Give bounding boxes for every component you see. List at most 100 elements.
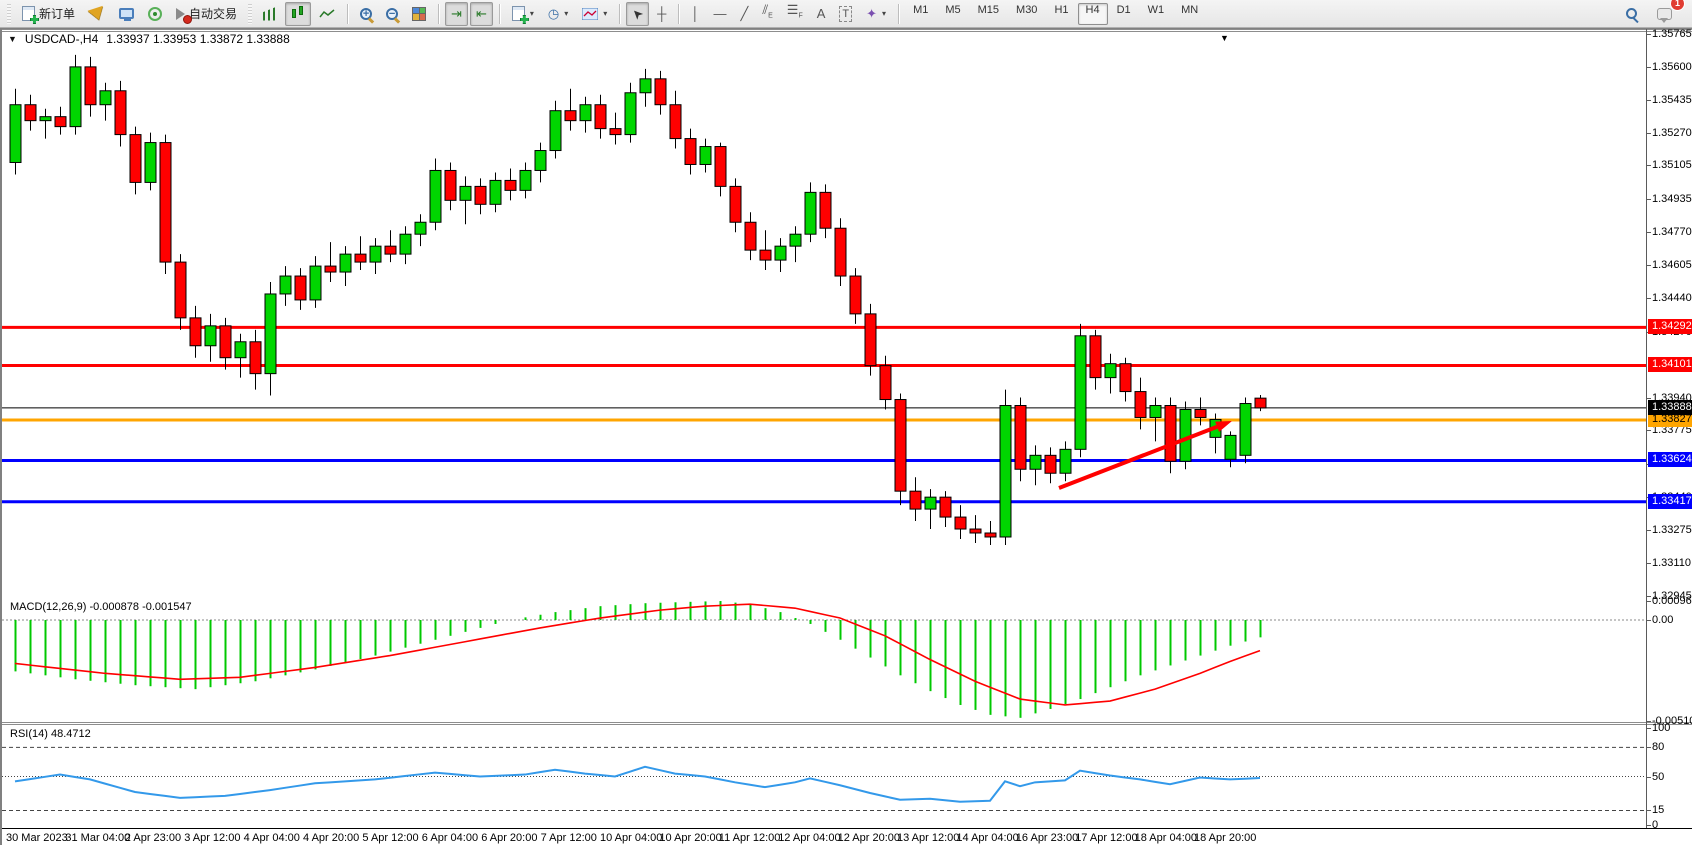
price-tick-label: 1.34770 (1652, 226, 1692, 238)
price-tick-label: 1.33110 (1652, 557, 1691, 569)
timeframe-button-m30[interactable]: M30 (1008, 3, 1045, 25)
axis-tick (1646, 777, 1651, 778)
gold-icon (88, 5, 107, 21)
search-button[interactable] (1620, 2, 1643, 26)
price-tick-label: 1.33275 (1652, 524, 1692, 536)
price-pane[interactable]: ▼ (2, 29, 1692, 595)
templates-button[interactable]: ▾ (576, 2, 613, 26)
candlestick-chart-button[interactable] (285, 2, 311, 26)
notification-badge: 1 (1671, 0, 1684, 10)
axis-tick (1646, 721, 1651, 722)
timeframe-button-m1[interactable]: M1 (905, 3, 936, 25)
price-tick-label: 1.34440 (1652, 292, 1692, 304)
fibonacci-icon: ☰F (787, 3, 803, 24)
axis-tick (1646, 67, 1651, 68)
price-tick-label: 1.35435 (1652, 94, 1692, 106)
chevron-down-icon: ▾ (882, 9, 886, 18)
toolbar-grip[interactable] (248, 4, 252, 24)
fibonacci-button[interactable]: ☰F (781, 2, 809, 26)
timeframe-button-h4[interactable]: H4 (1078, 3, 1108, 25)
cursor-button[interactable]: ➤ (626, 2, 649, 26)
axis-tick (1646, 298, 1651, 299)
signal-button[interactable] (142, 2, 168, 26)
chart-title: ▼ USDCAD-,H4 1.33937 1.33953 1.33872 1.3… (8, 32, 290, 46)
rsi-label: RSI(14) 48.4712 (10, 728, 91, 740)
axis-tick (1646, 265, 1651, 266)
vertical-line-button[interactable]: │ (685, 2, 705, 26)
axis-tick (1646, 34, 1651, 35)
bar-chart-button[interactable] (257, 2, 283, 26)
time-tick-label: 7 Apr 12:00 (541, 832, 597, 844)
toolbar-grip[interactable] (7, 4, 11, 24)
time-tick-label: 2 Apr 23:00 (125, 832, 181, 844)
timeframe-button-m5[interactable]: M5 (937, 3, 968, 25)
gold-button[interactable] (83, 2, 111, 26)
level-price-badge: 1.34101 (1648, 357, 1692, 372)
line-chart-button[interactable] (313, 2, 341, 26)
mt4-application: 新订单 自动交易 + − ⇥ ⇤ ▾ ◷▾ ▾ (0, 0, 1692, 851)
chat-icon (1657, 8, 1672, 20)
macd-pane[interactable] (2, 599, 1692, 723)
time-tick-label: 4 Apr 04:00 (244, 832, 300, 844)
price-tick-label: 1.35600 (1652, 61, 1692, 73)
rsi-scale-label: 100 (1652, 722, 1670, 734)
tile-windows-button[interactable] (406, 2, 432, 26)
equidistant-channel-button[interactable]: ⫽E (756, 2, 778, 26)
time-tick-label: 12 Apr 20:00 (838, 832, 900, 844)
rsi-pane[interactable] (2, 725, 1692, 828)
text-button[interactable]: A (811, 2, 832, 26)
axis-tick (1646, 825, 1651, 826)
crosshair-icon: ┼ (657, 7, 666, 21)
timeframe-button-m15[interactable]: M15 (970, 3, 1007, 25)
axis-tick (1646, 430, 1651, 431)
axis-tick (1646, 596, 1651, 597)
zoom-in-button[interactable]: + (354, 2, 378, 26)
macd-scale-label: 0.00 (1652, 614, 1673, 626)
ohlc-values: 1.33937 1.33953 1.33872 1.33888 (106, 32, 290, 46)
tile-windows-icon (412, 7, 426, 21)
text-label-button[interactable]: T (833, 2, 858, 26)
time-tick-label: 11 Apr 12:00 (719, 832, 781, 844)
axis-tick (1646, 165, 1651, 166)
chart-window[interactable]: ▼ USDCAD-,H4 1.33937 1.33953 1.33872 1.3… (0, 28, 1692, 845)
rsi-scale-label: 50 (1652, 771, 1664, 783)
time-tick-label: 30 Mar 2023 (6, 832, 68, 844)
indicators-button[interactable]: ▾ (506, 2, 540, 26)
horizontal-line-icon: — (713, 7, 726, 21)
arrows-button[interactable]: ✦▾ (860, 2, 892, 26)
templates-icon (582, 8, 598, 20)
price-tick-label: 1.35270 (1652, 127, 1692, 139)
zoom-in-icon: + (360, 8, 372, 20)
time-tick-label: 18 Apr 04:00 (1135, 832, 1197, 844)
cursor-icon: ➤ (629, 5, 647, 23)
crosshair-button[interactable]: ┼ (651, 2, 672, 26)
autotrade-button[interactable]: 自动交易 (170, 2, 243, 26)
price-axis-line (1646, 29, 1647, 828)
vertical-line-icon: │ (691, 7, 699, 21)
bar-chart-icon (263, 7, 277, 21)
axis-tick (1646, 199, 1651, 200)
time-tick-label: 10 Apr 04:00 (600, 832, 662, 844)
timeframe-button-w1[interactable]: W1 (1140, 3, 1173, 25)
auto-scroll-button[interactable]: ⇥ (445, 2, 468, 26)
time-tick-label: 6 Apr 04:00 (422, 832, 478, 844)
current-price-badge: 1.33888 (1648, 400, 1692, 415)
notifications-button[interactable]: 1 (1651, 2, 1678, 26)
axis-tick (1646, 133, 1651, 134)
timeframe-button-h1[interactable]: H1 (1046, 3, 1076, 25)
periods-button[interactable]: ◷▾ (542, 2, 574, 26)
text-icon: A (817, 7, 826, 21)
timeframe-button-mn[interactable]: MN (1173, 3, 1206, 25)
indicators-icon (512, 6, 525, 21)
search-icon (1626, 8, 1637, 19)
timeframe-button-d1[interactable]: D1 (1109, 3, 1139, 25)
trendline-button[interactable]: ╱ (734, 2, 754, 26)
terminal-button[interactable] (113, 2, 140, 26)
horizontal-line-button[interactable]: — (707, 2, 732, 26)
new-order-button[interactable]: 新订单 (16, 2, 81, 26)
chart-shift-button[interactable]: ⇤ (470, 2, 493, 26)
zoom-out-button[interactable]: − (380, 2, 404, 26)
price-tick-label: 1.34935 (1652, 193, 1692, 205)
chevron-down-icon[interactable]: ▼ (8, 34, 17, 44)
time-axis[interactable]: 30 Mar 202331 Mar 04:002 Apr 23:003 Apr … (2, 828, 1692, 846)
